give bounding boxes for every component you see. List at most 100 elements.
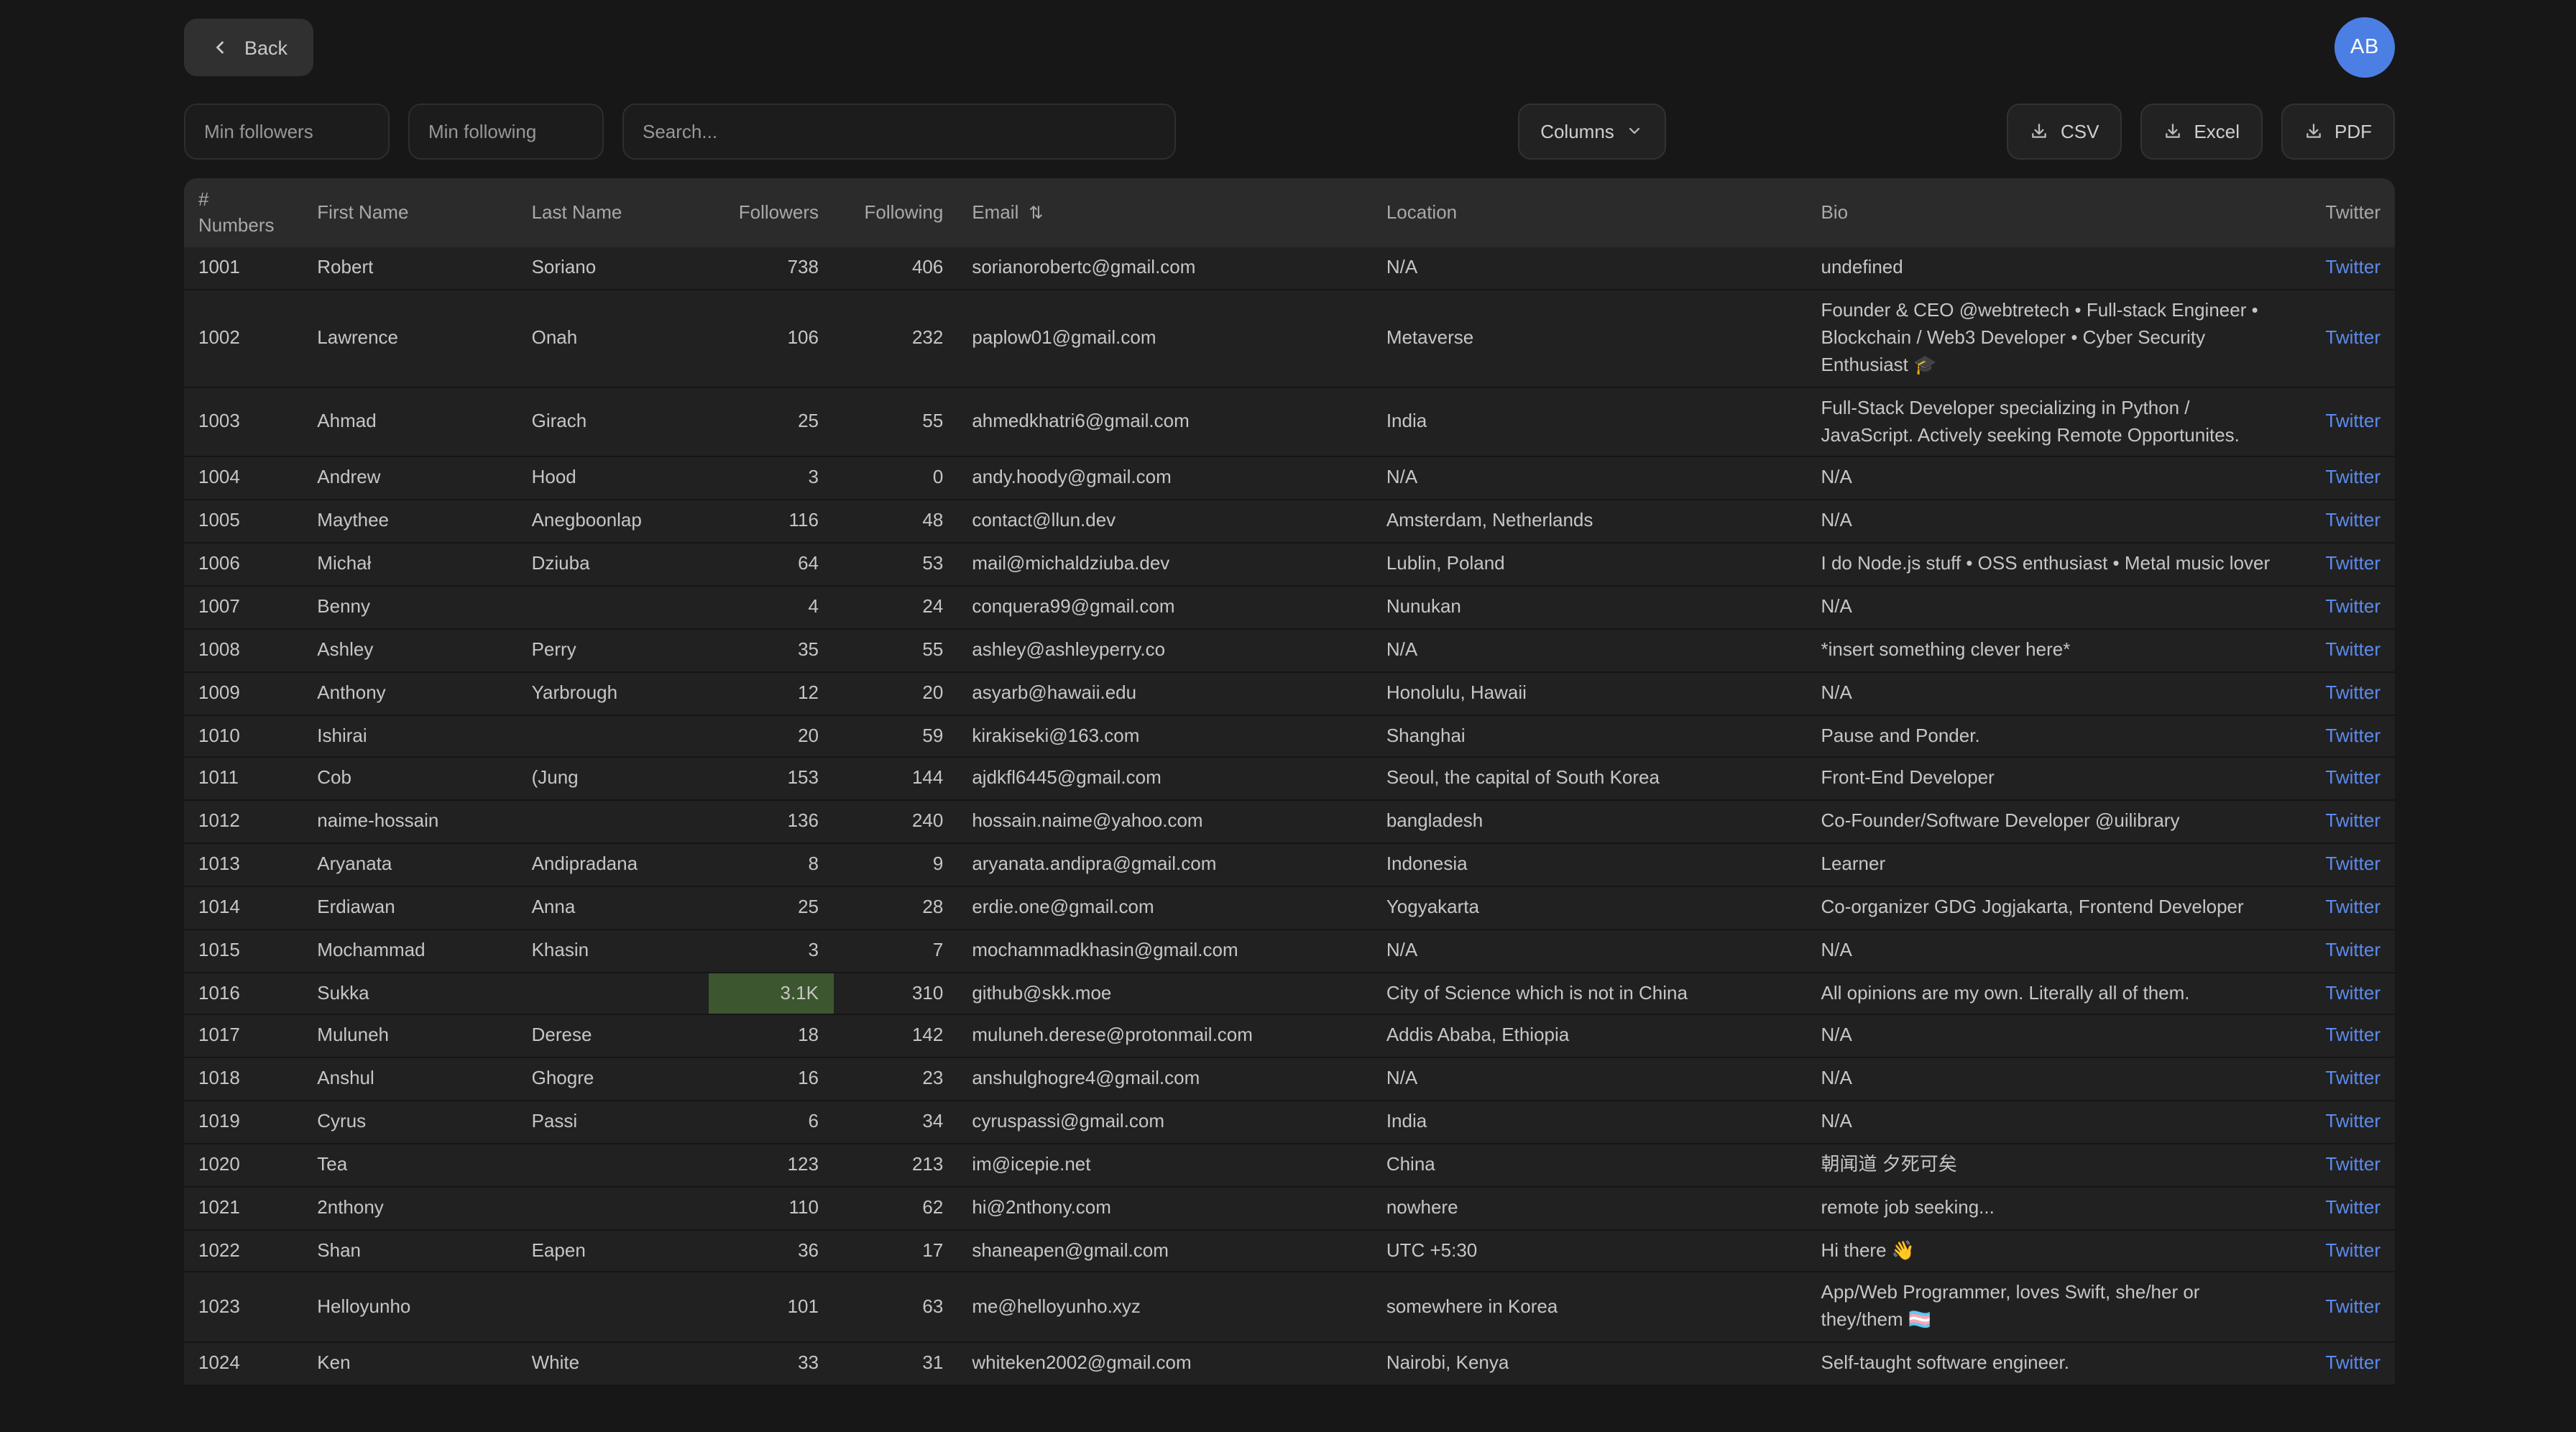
twitter-link[interactable]: Twitter <box>2325 1351 2380 1373</box>
twitter-link[interactable]: Twitter <box>2325 467 2380 488</box>
twitter-link[interactable]: Twitter <box>2325 767 2380 789</box>
cell-last_name: Perry <box>518 629 709 672</box>
cell-followers: 3 <box>709 457 833 500</box>
cell-location: China <box>1372 1144 1807 1187</box>
cell-bio: N/A <box>1807 671 2291 715</box>
cell-twitter: Twitter <box>2291 457 2395 500</box>
cell-location: bangladesh <box>1372 800 1807 843</box>
twitter-link[interactable]: Twitter <box>2325 1153 2380 1175</box>
cell-followers: 110 <box>709 1187 833 1230</box>
avatar[interactable]: AB <box>2334 17 2395 78</box>
cell-bio: 朝闻道 夕死可矣 <box>1807 1144 2291 1187</box>
table-row: 1023Helloyunho10163me@helloyunho.xyzsome… <box>184 1272 2395 1342</box>
cell-twitter: Twitter <box>2291 290 2395 387</box>
cell-last_name: Anna <box>518 886 709 930</box>
table-row: 1017MulunehDerese18142muluneh.derese@pro… <box>184 1015 2395 1058</box>
cell-number: 1008 <box>184 629 303 672</box>
twitter-link[interactable]: Twitter <box>2325 1239 2380 1260</box>
cell-followers: 4 <box>709 586 833 629</box>
cell-location: N/A <box>1372 1058 1807 1101</box>
cell-bio: Learner <box>1807 843 2291 886</box>
twitter-link[interactable]: Twitter <box>2325 1068 2380 1089</box>
cell-bio: All opinions are my own. Literally all o… <box>1807 972 2291 1015</box>
cell-first_name: Michał <box>303 543 517 586</box>
twitter-link[interactable]: Twitter <box>2325 1024 2380 1046</box>
cell-followers: 738 <box>709 248 833 290</box>
cell-location: Lublin, Poland <box>1372 543 1807 586</box>
back-button[interactable]: Back <box>184 19 313 76</box>
cell-email: aryanata.andipra@gmail.com <box>957 843 1371 886</box>
cell-number: 1017 <box>184 1015 303 1058</box>
table-row: 1015MochammadKhasin37mochammadkhasin@gma… <box>184 929 2395 972</box>
twitter-link[interactable]: Twitter <box>2325 638 2380 660</box>
export-csv-button[interactable]: CSV <box>2007 103 2122 159</box>
cell-email: github@skk.moe <box>957 972 1371 1015</box>
cell-following: 55 <box>833 387 957 457</box>
search-input[interactable] <box>622 103 1176 159</box>
cell-bio: N/A <box>1807 1058 2291 1101</box>
column-header-last_name: Last Name <box>518 178 709 248</box>
cell-following: 20 <box>833 671 957 715</box>
cell-bio: N/A <box>1807 1015 2291 1058</box>
twitter-link[interactable]: Twitter <box>2325 595 2380 617</box>
cell-followers: 116 <box>709 500 833 543</box>
column-header-followers: Followers <box>709 178 833 248</box>
table-row: 1002LawrenceOnah106232paplow01@gmail.com… <box>184 290 2395 387</box>
cell-twitter: Twitter <box>2291 843 2395 886</box>
twitter-link[interactable]: Twitter <box>2325 896 2380 917</box>
cell-last_name: (Jung <box>518 758 709 801</box>
export-csv-label: CSV <box>2061 120 2099 142</box>
table-row: 1014ErdiawanAnna2528erdie.one@gmail.comY… <box>184 886 2395 930</box>
twitter-link[interactable]: Twitter <box>2325 552 2380 574</box>
column-label: Followers <box>739 201 819 223</box>
twitter-link[interactable]: Twitter <box>2325 510 2380 531</box>
twitter-link[interactable]: Twitter <box>2325 981 2380 1003</box>
export-pdf-button[interactable]: PDF <box>2281 103 2395 159</box>
twitter-link[interactable]: Twitter <box>2325 853 2380 874</box>
cell-following: 62 <box>833 1187 957 1230</box>
cell-following: 7 <box>833 929 957 972</box>
table-row: 1022ShanEapen3617shaneapen@gmail.comUTC … <box>184 1229 2395 1272</box>
cell-bio: Front-End Developer <box>1807 758 2291 801</box>
cell-number: 1009 <box>184 671 303 715</box>
cell-email: andy.hoody@gmail.com <box>957 457 1371 500</box>
cell-twitter: Twitter <box>2291 1187 2395 1230</box>
cell-first_name: Helloyunho <box>303 1272 517 1342</box>
cell-following: 34 <box>833 1101 957 1144</box>
column-header-following: Following <box>833 178 957 248</box>
twitter-link[interactable]: Twitter <box>2325 410 2380 431</box>
table-row: 1008AshleyPerry3555ashley@ashleyperry.co… <box>184 629 2395 672</box>
cell-bio: *insert something clever here* <box>1807 629 2291 672</box>
cell-email: anshulghogre4@gmail.com <box>957 1058 1371 1101</box>
cell-email: hi@2nthony.com <box>957 1187 1371 1230</box>
twitter-link[interactable]: Twitter <box>2325 1295 2380 1317</box>
cell-following: 9 <box>833 843 957 886</box>
twitter-link[interactable]: Twitter <box>2325 681 2380 702</box>
table-header-row: # NumbersFirst NameLast NameFollowersFol… <box>184 178 2395 248</box>
table-row: 1018AnshulGhogre1623anshulghogre4@gmail.… <box>184 1058 2395 1101</box>
cell-bio: remote job seeking... <box>1807 1187 2291 1230</box>
twitter-link[interactable]: Twitter <box>2325 938 2380 960</box>
cell-first_name: Aryanata <box>303 843 517 886</box>
cell-first_name: Anthony <box>303 671 517 715</box>
twitter-link[interactable]: Twitter <box>2325 1110 2380 1132</box>
column-header-email[interactable]: Email⇅ <box>957 178 1371 248</box>
cell-followers: 25 <box>709 387 833 457</box>
twitter-link[interactable]: Twitter <box>2325 724 2380 745</box>
twitter-link[interactable]: Twitter <box>2325 1196 2380 1218</box>
twitter-link[interactable]: Twitter <box>2325 257 2380 278</box>
columns-dropdown-button[interactable]: Columns <box>1517 103 1666 159</box>
table-body: 1001RobertSoriano738406sorianorobertc@gm… <box>184 248 2395 1385</box>
min-followers-input[interactable] <box>184 103 390 159</box>
column-label: Location <box>1386 201 1457 223</box>
export-buttons: CSV Excel PDF <box>2007 103 2395 159</box>
table-row: 1003AhmadGirach2555ahmedkhatri6@gmail.co… <box>184 387 2395 457</box>
twitter-link[interactable]: Twitter <box>2325 809 2380 831</box>
cell-bio: N/A <box>1807 1101 2291 1144</box>
min-following-input[interactable] <box>408 103 604 159</box>
cell-email: ahmedkhatri6@gmail.com <box>957 387 1371 457</box>
cell-following: 240 <box>833 800 957 843</box>
export-excel-button[interactable]: Excel <box>2140 103 2263 159</box>
cell-following: 24 <box>833 586 957 629</box>
twitter-link[interactable]: Twitter <box>2325 326 2380 348</box>
